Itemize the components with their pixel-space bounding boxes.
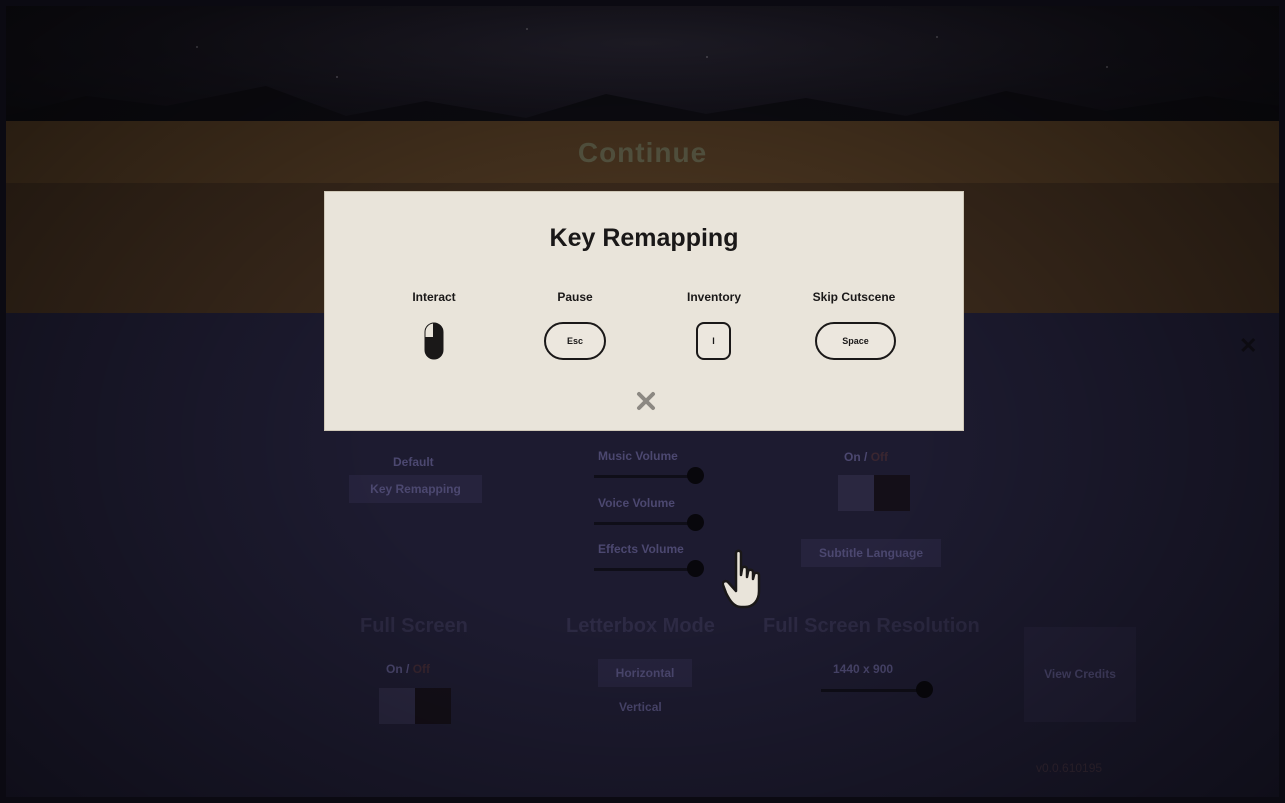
settings-close-icon[interactable]: ✕ bbox=[1239, 333, 1257, 359]
continue-button[interactable]: Continue bbox=[6, 137, 1279, 169]
skip-cutscene-label: Skip Cutscene bbox=[812, 290, 896, 304]
inventory-key-button[interactable]: I bbox=[696, 322, 731, 360]
effects-volume-label: Effects Volume bbox=[598, 542, 684, 556]
effects-volume-knob[interactable] bbox=[687, 560, 704, 577]
mouse-icon[interactable] bbox=[424, 322, 444, 360]
voice-volume-knob[interactable] bbox=[687, 514, 704, 531]
subtitles-toggle-on-side[interactable] bbox=[838, 475, 874, 511]
subtitles-toggle-label: On / Off bbox=[844, 450, 888, 464]
music-volume-knob[interactable] bbox=[687, 467, 704, 484]
full-screen-toggle-label: On / Off bbox=[386, 662, 430, 676]
resolution-slider[interactable] bbox=[821, 689, 926, 692]
modal-title: Key Remapping bbox=[549, 224, 739, 252]
skip-cutscene-key-button[interactable]: Space bbox=[815, 322, 896, 360]
close-icon[interactable] bbox=[634, 389, 658, 413]
full-screen-on-text: On bbox=[386, 662, 403, 676]
letterbox-mode-heading: Letterbox Mode bbox=[566, 615, 715, 637]
subtitle-language-button[interactable]: Subtitle Language bbox=[801, 539, 941, 567]
binding-interact: Interact bbox=[374, 290, 494, 306]
subtitles-on-text: On bbox=[844, 450, 861, 464]
music-volume-label: Music Volume bbox=[598, 449, 678, 463]
full-screen-toggle-off-side[interactable] bbox=[415, 688, 451, 724]
view-credits-button[interactable]: View Credits bbox=[1024, 627, 1136, 722]
pause-label: Pause bbox=[557, 290, 593, 304]
resolution-value: 1440 x 900 bbox=[833, 662, 894, 676]
music-volume-slider[interactable] bbox=[594, 475, 694, 478]
continue-bar[interactable]: Continue bbox=[6, 121, 1279, 183]
binding-inventory: Inventory bbox=[654, 290, 774, 306]
effects-volume-slider[interactable] bbox=[594, 568, 694, 571]
letterbox-vertical-button[interactable]: Vertical bbox=[619, 700, 662, 714]
full-screen-resolution-heading: Full Screen Resolution bbox=[763, 615, 980, 637]
hand-cursor-icon bbox=[722, 549, 761, 609]
full-screen-heading: Full Screen bbox=[360, 615, 468, 637]
default-button[interactable]: Default bbox=[393, 455, 434, 469]
full-screen-sep-text: / bbox=[406, 662, 410, 676]
resolution-knob[interactable] bbox=[916, 681, 933, 698]
binding-pause: Pause bbox=[515, 290, 635, 306]
subtitles-toggle-off-side[interactable] bbox=[874, 475, 910, 511]
letterbox-horizontal-button[interactable]: Horizontal bbox=[598, 659, 692, 687]
subtitles-sep-text: / bbox=[864, 450, 868, 464]
interact-label: Interact bbox=[412, 290, 456, 304]
full-screen-off-text: Off bbox=[412, 662, 431, 676]
pause-key-button[interactable]: Esc bbox=[544, 322, 606, 360]
full-screen-toggle-on-side[interactable] bbox=[379, 688, 415, 724]
voice-volume-slider[interactable] bbox=[594, 522, 694, 525]
voice-volume-label: Voice Volume bbox=[598, 496, 675, 510]
subtitles-off-text: Off bbox=[870, 450, 889, 464]
key-remapping-button[interactable]: Key Remapping bbox=[349, 475, 482, 503]
version-label: v0.0.610195 bbox=[1036, 761, 1103, 775]
binding-skip-cutscene: Skip Cutscene bbox=[794, 290, 914, 306]
inventory-label: Inventory bbox=[686, 290, 741, 304]
